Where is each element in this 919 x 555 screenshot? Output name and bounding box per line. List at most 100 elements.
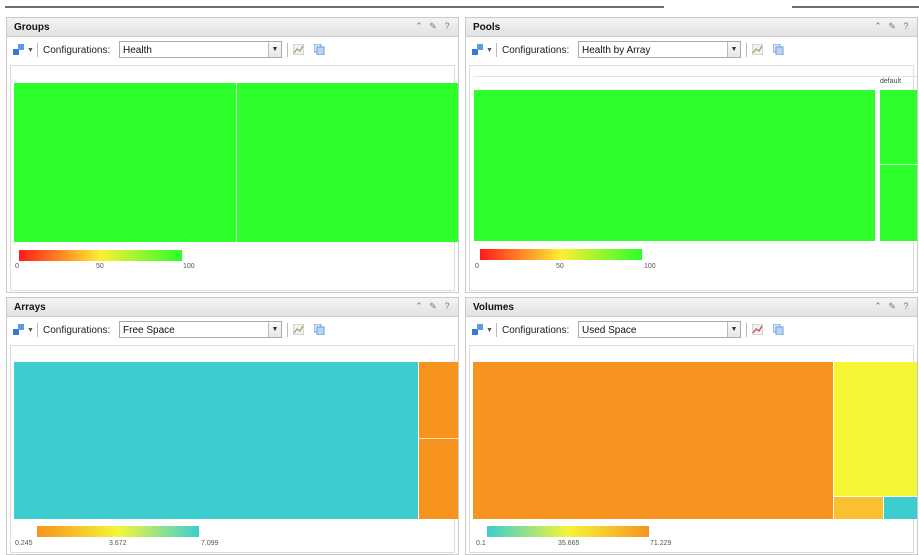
legend-min: 0.1: [476, 540, 486, 547]
toolbar-divider: [287, 323, 288, 337]
treemap-tile[interactable]: [880, 90, 917, 241]
toolbar-divider: [287, 43, 288, 57]
help-icon[interactable]: ?: [901, 301, 911, 312]
configuration-value: Health: [123, 45, 152, 56]
chart-icon[interactable]: [752, 324, 763, 335]
chevron-down-icon[interactable]: ▼: [727, 42, 740, 57]
treemap-tile[interactable]: [419, 362, 458, 519]
used-space-legend-bar: [487, 526, 649, 537]
toolbar-divider: [496, 323, 497, 337]
copy-icon[interactable]: [773, 324, 784, 335]
pools-panel-header: Pools ⌃ ✎ ?: [466, 18, 917, 37]
legend-max: 100: [183, 263, 195, 270]
chart-icon[interactable]: [752, 44, 763, 55]
treemap-tile[interactable]: [473, 362, 833, 519]
toolbar-divider: [746, 323, 747, 337]
pools-treemap: default 0 50 100: [469, 65, 917, 291]
chevron-down-icon[interactable]: ▼: [727, 322, 740, 337]
edit-icon[interactable]: ✎: [887, 21, 897, 32]
panel-title: Pools: [473, 22, 501, 33]
collapse-icon[interactable]: ⌃: [873, 21, 883, 32]
groups-panel-header: Groups ⌃ ✎ ?: [7, 18, 458, 37]
toolbar-divider: [496, 43, 497, 57]
configuration-value: Health by Array: [582, 45, 651, 56]
volumes-toolbar: ▼ Configurations: Used Space ▼: [466, 318, 917, 342]
group-label: default: [880, 78, 902, 85]
legend-mid: 50: [556, 263, 564, 270]
treemap-tile[interactable]: [834, 497, 883, 519]
chevron-down-icon[interactable]: ▼: [268, 322, 281, 337]
chart-icon[interactable]: [293, 324, 304, 335]
treemap-header-strip: [473, 76, 917, 77]
toolbar-divider: [746, 43, 747, 57]
edit-icon[interactable]: ✎: [887, 301, 897, 312]
treemap-tile[interactable]: [884, 497, 917, 519]
pools-toolbar: ▼ Configurations: Health by Array ▼: [466, 38, 917, 62]
groups-treemap: 0 50 100: [10, 65, 458, 291]
health-legend-bar: [19, 250, 182, 261]
chart-type-icon[interactable]: [12, 43, 25, 56]
legend-max: 71.229: [650, 540, 672, 547]
chart-type-icon[interactable]: [12, 323, 25, 336]
collapse-icon[interactable]: ⌃: [873, 301, 883, 312]
edit-icon[interactable]: ✎: [428, 301, 438, 312]
edit-icon[interactable]: ✎: [428, 21, 438, 32]
health-legend-bar: [480, 249, 642, 260]
configuration-select[interactable]: Health ▼: [119, 41, 282, 58]
help-icon[interactable]: ?: [442, 21, 452, 32]
configuration-value: Free Space: [123, 325, 175, 336]
chart-type-icon[interactable]: [471, 43, 484, 56]
legend-max: 100: [644, 263, 656, 270]
configurations-label: Configurations:: [502, 45, 570, 56]
volumes-panel: Volumes ⌃ ✎ ? ▼ Configurations: Used Spa…: [465, 297, 918, 555]
help-icon[interactable]: ?: [442, 301, 452, 312]
legend-max: 7.099: [201, 540, 219, 547]
chart-icon[interactable]: [293, 44, 304, 55]
configuration-select[interactable]: Free Space ▼: [119, 321, 282, 338]
treemap-tile[interactable]: [14, 362, 418, 519]
free-space-legend-bar: [37, 526, 199, 537]
configurations-label: Configurations:: [43, 325, 111, 336]
configuration-value: Used Space: [582, 325, 637, 336]
collapse-icon[interactable]: ⌃: [414, 301, 424, 312]
legend-mid: 35.665: [558, 540, 580, 547]
treemap-tile[interactable]: [474, 90, 875, 241]
volumes-panel-header: Volumes ⌃ ✎ ?: [466, 298, 917, 317]
chevron-down-icon[interactable]: ▼: [27, 47, 34, 54]
arrays-panel: Arrays ⌃ ✎ ? ▼ Configurations: Free Spac…: [6, 297, 459, 555]
collapse-icon[interactable]: ⌃: [414, 21, 424, 32]
toolbar-divider: [37, 43, 38, 57]
legend-min: 0: [15, 263, 19, 270]
arrays-treemap: 0.245 3.672 7.099: [10, 345, 458, 553]
tile-divider: [880, 164, 917, 165]
configuration-select[interactable]: Health by Array ▼: [578, 41, 741, 58]
groups-panel: Groups ⌃ ✎ ? ▼ Configurations: Health ▼ …: [6, 17, 459, 293]
chevron-down-icon[interactable]: ▼: [486, 47, 493, 54]
groups-toolbar: ▼ Configurations: Health ▼: [7, 38, 458, 62]
panel-title: Volumes: [473, 302, 514, 313]
copy-icon[interactable]: [314, 324, 325, 335]
legend-min: 0: [475, 263, 479, 270]
help-icon[interactable]: ?: [901, 21, 911, 32]
panel-title: Groups: [14, 22, 50, 33]
panel-title: Arrays: [14, 302, 46, 313]
configuration-select[interactable]: Used Space ▼: [578, 321, 741, 338]
chevron-down-icon[interactable]: ▼: [27, 327, 34, 334]
copy-icon[interactable]: [773, 44, 784, 55]
treemap-tile[interactable]: [834, 362, 917, 496]
chart-type-icon[interactable]: [471, 323, 484, 336]
tile-divider: [419, 438, 458, 439]
configurations-label: Configurations:: [502, 325, 570, 336]
tile-divider: [236, 83, 237, 242]
toolbar-divider: [37, 323, 38, 337]
legend-mid: 3.672: [109, 540, 127, 547]
legend-mid: 50: [96, 263, 104, 270]
volumes-treemap: 0.1 35.665 71.229: [469, 345, 917, 553]
legend-min: 0.245: [15, 540, 33, 547]
chevron-down-icon[interactable]: ▼: [268, 42, 281, 57]
arrays-toolbar: ▼ Configurations: Free Space ▼: [7, 318, 458, 342]
pools-panel: Pools ⌃ ✎ ? ▼ Configurations: Health by …: [465, 17, 918, 293]
copy-icon[interactable]: [314, 44, 325, 55]
arrays-panel-header: Arrays ⌃ ✎ ?: [7, 298, 458, 317]
chevron-down-icon[interactable]: ▼: [486, 327, 493, 334]
